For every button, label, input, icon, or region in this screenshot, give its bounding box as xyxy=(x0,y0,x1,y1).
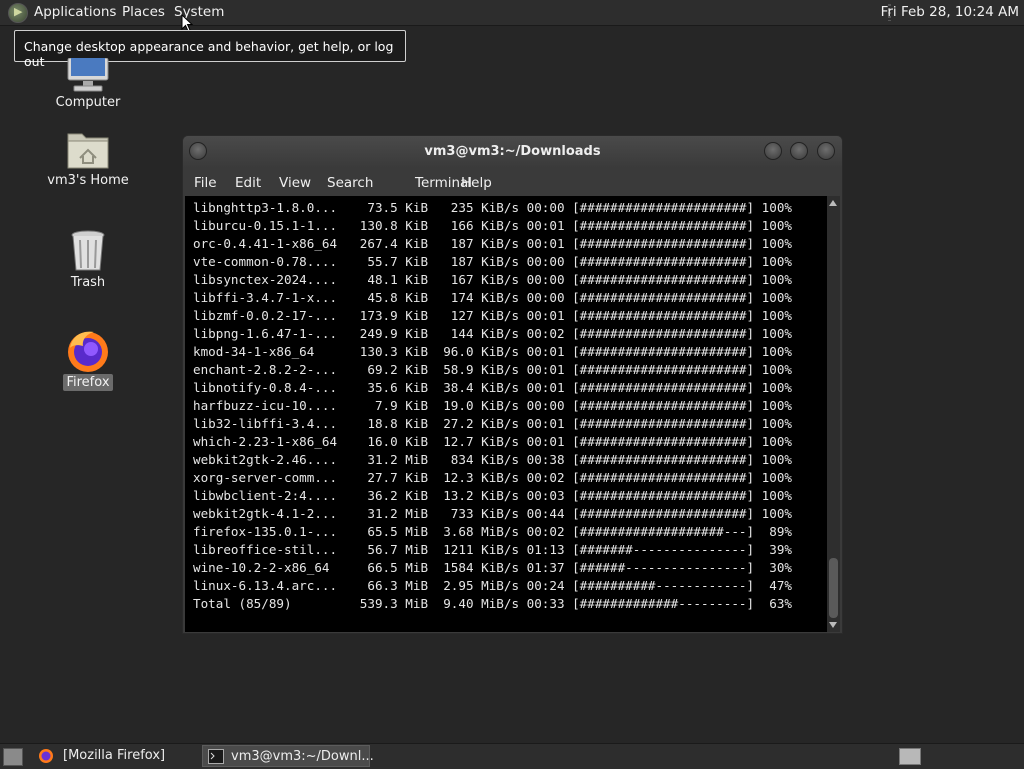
terminal-line: harfbuzz-icu-10.... 7.9 KiB 19.0 KiB/s 0… xyxy=(193,398,792,413)
terminal-line: xorg-server-comm... 27.7 KiB 12.3 KiB/s … xyxy=(193,470,792,485)
terminal-line: libpng-1.6.47-1-... 249.9 KiB 144 KiB/s … xyxy=(193,326,792,341)
terminal-line: enchant-2.8.2-2-... 69.2 KiB 58.9 KiB/s … xyxy=(193,362,792,377)
terminal-scrollbar[interactable] xyxy=(827,196,840,632)
distro-logo-icon[interactable]: ▶ xyxy=(8,3,28,23)
window-titlebar[interactable]: vm3@vm3:~/Downloads xyxy=(183,136,842,168)
taskbar-item-terminal[interactable]: vm3@vm3:~/Downl... xyxy=(202,745,374,767)
terminal-line: Total (85/89) 539.3 MiB 9.40 MiB/s 00:33… xyxy=(193,596,792,611)
top-panel: ▶ Applications Places System Fri Feb 28,… xyxy=(0,0,1024,26)
terminal-line: libnghttp3-1.8.0... 73.5 KiB 235 KiB/s 0… xyxy=(193,200,792,215)
firefox-icon xyxy=(64,326,112,374)
menu-file[interactable]: File xyxy=(194,175,217,191)
terminal-line: libzmf-0.0.2-17-... 173.9 KiB 127 KiB/s … xyxy=(193,308,792,323)
desktop-icon-firefox[interactable]: Firefox xyxy=(33,326,143,391)
terminal-line: libsynctex-2024.... 48.1 KiB 167 KiB/s 0… xyxy=(193,272,792,287)
terminal-line: libffi-3.4.7-1-x... 45.8 KiB 174 KiB/s 0… xyxy=(193,290,792,305)
terminal-line: liburcu-0.15.1-1... 130.8 KiB 166 KiB/s … xyxy=(193,218,792,233)
terminal-line: libnotify-0.8.4-... 35.6 KiB 38.4 KiB/s … xyxy=(193,380,792,395)
terminal-line: which-2.23-1-x86_64 16.0 KiB 12.7 KiB/s … xyxy=(193,434,792,449)
workspace-switcher[interactable] xyxy=(899,748,921,765)
menu-edit[interactable]: Edit xyxy=(235,175,261,191)
trash-icon xyxy=(64,228,112,274)
terminal-icon xyxy=(208,749,224,764)
taskbar-item-label: [Mozilla Firefox] xyxy=(63,748,166,763)
terminal-line: vte-common-0.78.... 55.7 KiB 187 KiB/s 0… xyxy=(193,254,792,269)
desktop-icon-label: Trash xyxy=(70,275,106,290)
terminal-line: webkit2gtk-4.1-2... 31.2 MiB 733 KiB/s 0… xyxy=(193,506,792,521)
terminal-line: libreoffice-stil... 56.7 MiB 1211 KiB/s … xyxy=(193,542,792,557)
firefox-icon xyxy=(39,749,53,763)
taskbar-item-label: vm3@vm3:~/Downl... xyxy=(231,749,374,764)
scroll-down-arrow-icon[interactable] xyxy=(829,622,837,628)
terminal-line: orc-0.4.41-1-x86_64 267.4 KiB 187 KiB/s … xyxy=(193,236,792,251)
menu-places[interactable]: Places xyxy=(122,4,165,20)
terminal-line: firefox-135.0.1-... 65.5 MiB 3.68 MiB/s … xyxy=(193,524,792,539)
menu-help[interactable]: Help xyxy=(461,175,492,191)
home-folder-icon xyxy=(64,128,112,172)
desktop-icon-computer[interactable]: Computer xyxy=(33,57,143,111)
computer-icon xyxy=(64,57,112,94)
terminal-line: libwbclient-2:4.... 36.2 KiB 13.2 KiB/s … xyxy=(193,488,792,503)
terminal-line: linux-6.13.4.arc... 66.3 MiB 2.95 MiB/s … xyxy=(193,578,792,593)
terminal-lines: libnghttp3-1.8.0... 73.5 KiB 235 KiB/s 0… xyxy=(193,199,792,613)
menu-view[interactable]: View xyxy=(279,175,311,191)
clock[interactable]: Fri Feb 28, 10:24 AM xyxy=(881,4,1019,20)
terminal-output[interactable]: libnghttp3-1.8.0... 73.5 KiB 235 KiB/s 0… xyxy=(185,196,827,632)
desktop-icon-label: Computer xyxy=(55,95,121,110)
menu-search[interactable]: Search xyxy=(327,175,373,191)
desktop-icon-label: Firefox xyxy=(63,374,113,391)
bottom-panel: [Mozilla Firefox] vm3@vm3:~/Downl... xyxy=(0,743,1024,769)
menu-applications[interactable]: Applications xyxy=(34,4,116,20)
terminal-window[interactable]: vm3@vm3:~/Downloads File Edit View Searc… xyxy=(182,135,843,634)
show-desktop-button[interactable] xyxy=(3,748,23,766)
terminal-line: wine-10.2-2-x86_64 66.5 MiB 1584 KiB/s 0… xyxy=(193,560,792,575)
terminal-line: kmod-34-1-x86_64 130.3 KiB 96.0 KiB/s 00… xyxy=(193,344,792,359)
desktop-icon-trash[interactable]: Trash xyxy=(33,228,143,291)
terminal-line: lib32-libffi-3.4... 18.8 KiB 27.2 KiB/s … xyxy=(193,416,792,431)
desktop-icon-label: vm3's Home xyxy=(47,173,129,188)
terminal-menubar: File Edit View Search Terminal Help xyxy=(183,168,842,196)
maximize-button[interactable] xyxy=(790,142,808,160)
taskbar-item-firefox[interactable]: [Mozilla Firefox] xyxy=(33,745,198,767)
minimize-button[interactable] xyxy=(764,142,782,160)
desktop-icon-home[interactable]: vm3's Home xyxy=(33,128,143,189)
terminal-line: webkit2gtk-2.46.... 31.2 MiB 834 KiB/s 0… xyxy=(193,452,792,467)
scrollbar-thumb[interactable] xyxy=(829,558,838,618)
scroll-up-arrow-icon[interactable] xyxy=(829,200,837,206)
window-title: vm3@vm3:~/Downloads xyxy=(424,144,601,159)
close-button[interactable] xyxy=(817,142,835,160)
